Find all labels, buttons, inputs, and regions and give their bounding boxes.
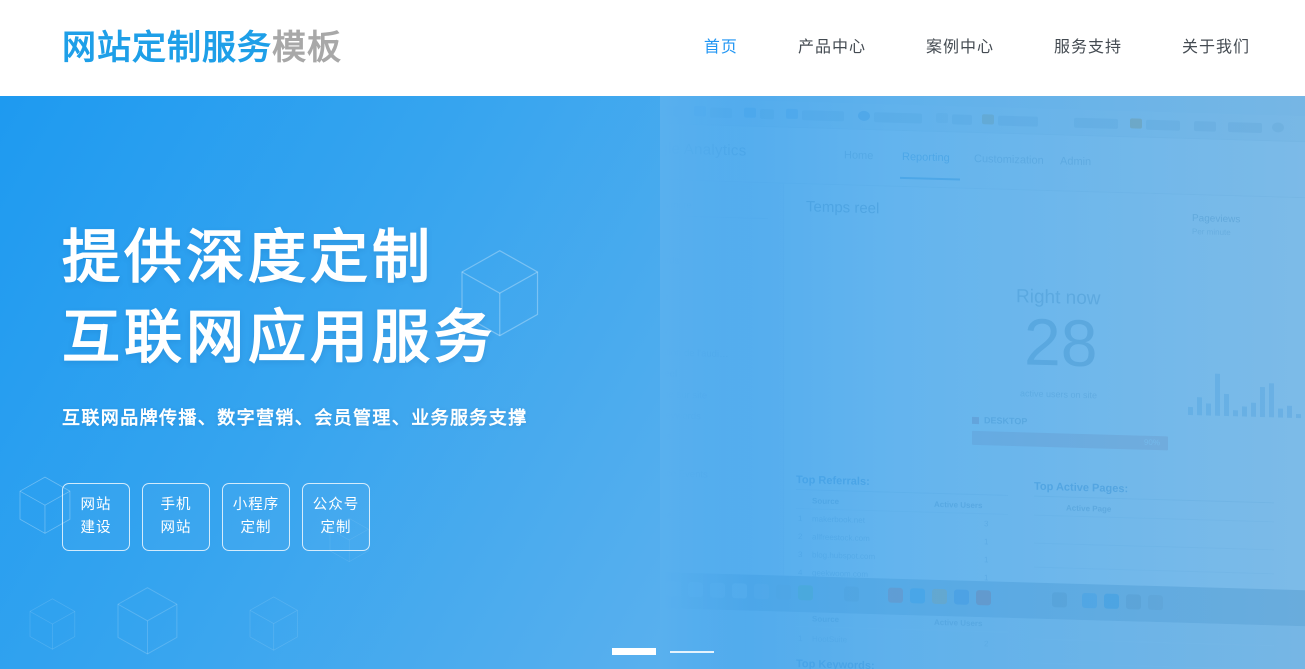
service-tag-website-line1: 网站 <box>80 496 112 513</box>
logo-secondary-text: 模板 <box>272 29 342 67</box>
logo-primary-text: 网站定制服务 <box>62 29 272 67</box>
service-tag-website[interactable]: 网站 建设 <box>62 483 130 551</box>
nav-item-about[interactable]: 关于我们 <box>1182 0 1250 96</box>
hero-subtitle: 互联网品牌传播、数字营销、会员管理、业务服务支撑 <box>62 408 528 428</box>
service-tag-website-line2: 建设 <box>80 520 112 536</box>
service-tag-mobile-line2: 网站 <box>160 520 192 536</box>
service-tag-mobile-line1: 手机 <box>160 496 192 513</box>
nav-item-cases[interactable]: 案例中心 <box>926 0 994 96</box>
site-header: 网站定制服务模板 首页 产品中心 案例中心 服务支持 关于我们 <box>0 0 1305 96</box>
hero-banner: Google Analytics Home Reporting Customiz… <box>0 96 1305 669</box>
main-navigation: 首页 产品中心 案例中心 服务支持 关于我们 <box>704 0 1250 96</box>
service-tag-mobile[interactable]: 手机 网站 <box>142 483 210 551</box>
hero-content: 提供深度定制 互联网应用服务 互联网品牌传播、数字营销、会员管理、业务服务支撑 … <box>0 96 660 669</box>
service-tag-official-account-line2: 定制 <box>320 520 352 536</box>
hero-headline-line1: 提供深度定制 <box>62 225 435 290</box>
hero-headline-line2: 互联网应用服务 <box>62 305 497 370</box>
service-tag-miniprogram-line2: 定制 <box>240 520 272 536</box>
nav-item-home[interactable]: 首页 <box>704 0 738 96</box>
service-tag-official-account[interactable]: 公众号 定制 <box>302 483 370 551</box>
carousel-indicators <box>612 648 714 655</box>
hero-service-tags: 网站 建设 手机 网站 小程序 定制 公众号 定制 <box>62 483 370 551</box>
nav-item-support[interactable]: 服务支持 <box>1054 0 1122 96</box>
service-tag-miniprogram-line1: 小程序 <box>232 496 280 513</box>
service-tag-official-account-line1: 公众号 <box>312 496 360 513</box>
carousel-dot-1[interactable] <box>612 648 656 655</box>
carousel-dot-2[interactable] <box>670 650 714 653</box>
nav-item-products[interactable]: 产品中心 <box>798 0 866 96</box>
site-logo[interactable]: 网站定制服务模板 <box>62 18 342 78</box>
service-tag-miniprogram[interactable]: 小程序 定制 <box>222 483 290 551</box>
